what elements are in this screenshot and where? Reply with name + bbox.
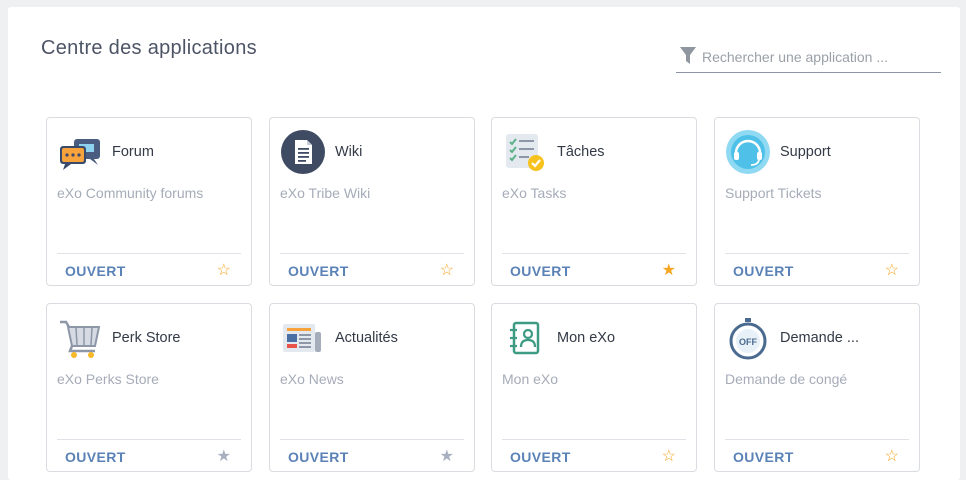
favorite-star-icon[interactable]: ☆ [885,263,899,279]
open-button[interactable]: OUVERT [288,263,349,279]
tasks-icon [506,134,544,171]
forum-icon [60,139,100,170]
app-description: eXo Tasks [502,185,567,201]
favorite-star-icon[interactable]: ☆ [217,263,231,279]
news-icon [283,324,321,352]
app-description: eXo Perks Store [57,371,159,387]
filter-icon [680,47,696,64]
open-button[interactable]: OUVERT [733,263,794,279]
search-input[interactable] [700,45,940,69]
favorite-star-icon[interactable]: ☆ [885,449,899,465]
app-title: Perk Store [112,330,181,346]
app-title: Support [780,144,831,160]
app-card-tasks[interactable]: Tâches eXo Tasks OUVERT ★ [491,117,697,286]
open-button[interactable]: OUVERT [510,263,571,279]
app-center-panel: Centre des applications Forum eXo Commun… [8,7,960,480]
app-description: Support Tickets [725,185,822,201]
profile-icon [510,321,540,355]
support-icon [726,130,770,174]
app-card-forum[interactable]: Forum eXo Community forums OUVERT ☆ [46,117,252,286]
app-title: Actualités [335,330,398,346]
app-description: eXo News [280,371,344,387]
app-card-demande-conge[interactable]: OFF Demande ... Demande de congé OUVERT … [714,303,920,472]
favorite-star-icon[interactable]: ☆ [440,263,454,279]
favorite-star-icon: ★ [439,448,454,465]
app-description: Demande de congé [725,371,848,387]
favorite-star-icon: ★ [216,448,231,465]
open-button[interactable]: OUVERT [65,449,126,465]
app-card-support[interactable]: Support Support Tickets OUVERT ☆ [714,117,920,286]
app-title: Wiki [335,144,363,160]
app-title: Forum [112,144,154,160]
divider [725,253,909,254]
app-card-mon-exo[interactable]: Mon eXo Mon eXo OUVERT ☆ [491,303,697,472]
cart-icon [60,320,101,358]
open-button[interactable]: OUVERT [733,449,794,465]
wiki-icon [281,130,325,174]
divider [280,439,464,440]
open-button[interactable]: OUVERT [288,449,349,465]
app-card-news[interactable]: Actualités eXo News OUVERT ★ [269,303,475,472]
off-timer-icon: OFF [729,318,767,360]
divider [57,439,241,440]
open-button[interactable]: OUVERT [510,449,571,465]
page-title: Centre des applications [41,37,257,59]
app-card-perk-store[interactable]: Perk Store eXo Perks Store OUVERT ★ [46,303,252,472]
divider [57,253,241,254]
app-title: Demande ... [780,330,859,346]
app-description: Mon eXo [502,371,559,387]
divider [725,439,909,440]
divider [280,253,464,254]
app-title: Tâches [557,144,605,160]
search-box[interactable] [676,43,941,73]
divider [502,253,686,254]
svg-text:OFF: OFF [739,337,757,347]
app-description: eXo Tribe Wiki [280,185,371,201]
favorite-star-icon[interactable]: ★ [662,263,676,279]
app-card-wiki[interactable]: Wiki eXo Tribe Wiki OUVERT ☆ [269,117,475,286]
divider [502,439,686,440]
app-title: Mon eXo [557,330,616,346]
favorite-star-icon[interactable]: ☆ [662,449,676,465]
app-description: eXo Community forums [57,185,204,201]
open-button[interactable]: OUVERT [65,263,126,279]
